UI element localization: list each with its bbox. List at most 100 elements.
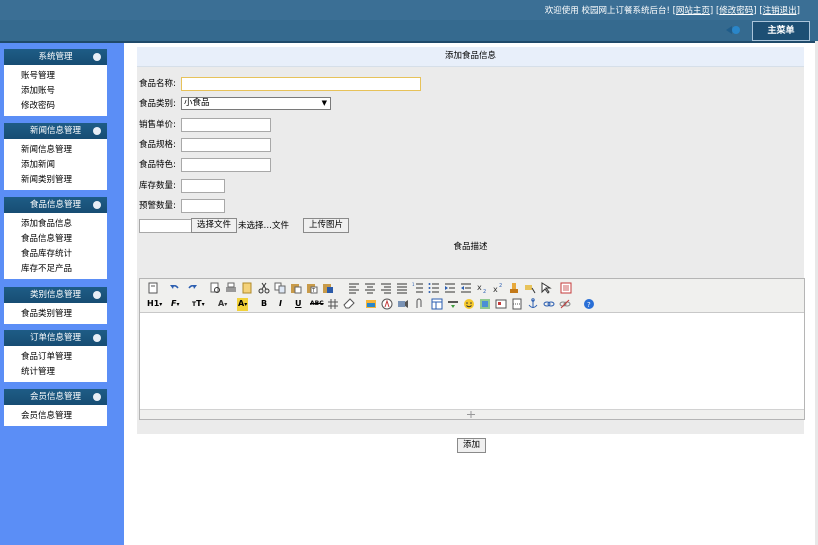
attachment-icon[interactable] xyxy=(413,298,425,310)
collapse-icon[interactable] xyxy=(93,127,101,135)
warning-label: 预警数量: xyxy=(139,201,176,211)
superscript-icon[interactable]: x2 xyxy=(492,282,504,294)
sidebar-item-food-category[interactable]: 食品类别管理 xyxy=(21,307,107,322)
collapse-arrow-icon[interactable] xyxy=(726,25,740,35)
add-food-form: 食品名称: 食品类别: 小食品 ▼ 销售单价: 食品规格: 食品特色: 库存数量: … xyxy=(137,67,805,453)
bold-icon[interactable]: B xyxy=(261,298,267,310)
redo-icon[interactable] xyxy=(186,282,198,294)
sidebar-item-news-category[interactable]: 新闻类别管理 xyxy=(21,173,107,188)
unlink-icon[interactable] xyxy=(559,298,571,310)
sidebar-item-add-news[interactable]: 添加新闻 xyxy=(21,158,107,173)
sidebar-group-header[interactable]: 会员信息管理 xyxy=(4,389,107,405)
align-right-icon[interactable] xyxy=(380,282,392,294)
print-icon[interactable] xyxy=(225,282,237,294)
unordered-list-icon[interactable] xyxy=(428,282,440,294)
sidebar-group-header[interactable]: 食品信息管理 xyxy=(4,197,107,213)
sidebar-item-add-account[interactable]: 添加账号 xyxy=(21,84,107,99)
heading-dropdown[interactable]: H1▾ xyxy=(147,298,162,311)
editor-resize-bar[interactable] xyxy=(140,409,804,419)
map-icon[interactable] xyxy=(479,298,491,310)
copy-icon[interactable] xyxy=(274,282,286,294)
sidebar-item-statistics[interactable]: 统计管理 xyxy=(21,365,107,380)
link-icon[interactable] xyxy=(543,298,555,310)
sidebar-item-low-stock[interactable]: 库存不足产品 xyxy=(21,262,107,277)
template-icon[interactable] xyxy=(241,282,253,294)
source-icon[interactable] xyxy=(147,282,159,294)
format-brush-icon[interactable] xyxy=(524,282,536,294)
spec-input[interactable] xyxy=(181,138,271,152)
font-family-dropdown[interactable]: F▾ xyxy=(171,298,179,311)
eraser-icon[interactable] xyxy=(343,298,355,310)
justify-icon[interactable] xyxy=(396,282,408,294)
anchor-icon[interactable] xyxy=(527,298,539,310)
add-button[interactable]: 添加 xyxy=(457,438,486,453)
ordered-list-icon[interactable]: 1 xyxy=(412,282,424,294)
sidebar-item-member-manage[interactable]: 会员信息管理 xyxy=(21,409,107,424)
price-input[interactable] xyxy=(181,118,271,132)
insert-table-icon[interactable] xyxy=(431,298,443,310)
choose-file-button[interactable]: 选择文件 xyxy=(191,218,237,233)
fullscreen-icon[interactable] xyxy=(560,282,572,294)
sidebar-group-header[interactable]: 新闻信息管理 xyxy=(4,123,107,139)
outdent-icon[interactable] xyxy=(460,282,472,294)
media-icon[interactable] xyxy=(397,298,409,310)
upload-image-button[interactable]: 上传图片 xyxy=(303,218,349,233)
stock-input[interactable] xyxy=(181,179,225,193)
home-link[interactable]: 网站主页 xyxy=(676,6,710,16)
collapse-icon[interactable] xyxy=(93,393,101,401)
logout-link[interactable]: 注销退出 xyxy=(763,6,797,16)
sidebar-item-change-password[interactable]: 修改密码 xyxy=(21,99,107,114)
sidebar-item-add-food[interactable]: 添加食品信息 xyxy=(21,217,107,232)
preview-icon[interactable] xyxy=(209,282,221,294)
select-all-icon[interactable] xyxy=(540,282,552,294)
food-category-select[interactable]: 小食品 ▼ xyxy=(181,97,331,110)
sidebar-group-header[interactable]: 订单信息管理 xyxy=(4,330,107,346)
cut-icon[interactable] xyxy=(258,282,270,294)
flash-icon[interactable] xyxy=(381,298,393,310)
paste-word-icon[interactable] xyxy=(322,282,334,294)
collapse-icon[interactable] xyxy=(93,334,101,342)
svg-text:x: x xyxy=(477,283,482,292)
collapse-icon[interactable] xyxy=(93,291,101,299)
main-menu-button[interactable]: 主菜单 xyxy=(752,21,810,41)
paste-text-icon[interactable]: T xyxy=(306,282,318,294)
code-icon[interactable] xyxy=(495,298,507,310)
svg-text:1: 1 xyxy=(412,282,415,287)
warning-input[interactable] xyxy=(181,199,225,213)
strikethrough-icon[interactable]: ABC xyxy=(310,298,324,310)
underline-icon[interactable]: U xyxy=(295,298,302,310)
sidebar-item-order-manage[interactable]: 食品订单管理 xyxy=(21,350,107,365)
align-center-icon[interactable] xyxy=(364,282,376,294)
indent-icon[interactable] xyxy=(444,282,456,294)
sidebar-group-header[interactable]: 类别信息管理 xyxy=(4,287,107,303)
collapse-icon[interactable] xyxy=(93,201,101,209)
sidebar-item-food-manage[interactable]: 食品信息管理 xyxy=(21,232,107,247)
italic-icon[interactable]: I xyxy=(279,298,282,310)
no-file-text: 未选择…文件 xyxy=(238,221,290,231)
collapse-icon[interactable] xyxy=(93,53,101,61)
font-size-dropdown[interactable]: TT▾ xyxy=(192,298,205,311)
editor-content-area[interactable] xyxy=(140,313,804,409)
food-name-input[interactable] xyxy=(181,77,421,91)
page-break-icon[interactable] xyxy=(511,298,523,310)
sidebar-item-news-manage[interactable]: 新闻信息管理 xyxy=(21,143,107,158)
subscript-icon[interactable]: x2 xyxy=(476,282,488,294)
font-color-icon[interactable]: A▾ xyxy=(218,298,227,311)
resize-handle-icon[interactable] xyxy=(467,411,475,418)
table-grid-icon[interactable] xyxy=(327,298,339,310)
align-left-icon[interactable] xyxy=(348,282,360,294)
sidebar-item-account-manage[interactable]: 账号管理 xyxy=(21,69,107,84)
image-path-input[interactable] xyxy=(139,219,192,233)
emoticon-icon[interactable] xyxy=(463,298,475,310)
feature-input[interactable] xyxy=(181,158,271,172)
sidebar-item-food-stock[interactable]: 食品库存统计 xyxy=(21,247,107,262)
highlight-color-icon[interactable]: A▾ xyxy=(237,298,249,311)
clear-format-icon[interactable] xyxy=(508,282,520,294)
undo-icon[interactable] xyxy=(169,282,181,294)
image-insert-icon[interactable] xyxy=(365,298,377,310)
horizontal-rule-icon[interactable] xyxy=(447,298,459,310)
paste-icon[interactable] xyxy=(290,282,302,294)
sidebar-group-header[interactable]: 系统管理 xyxy=(4,49,107,65)
change-password-link[interactable]: 修改密码 xyxy=(719,6,753,16)
help-icon[interactable]: ? xyxy=(583,298,595,310)
